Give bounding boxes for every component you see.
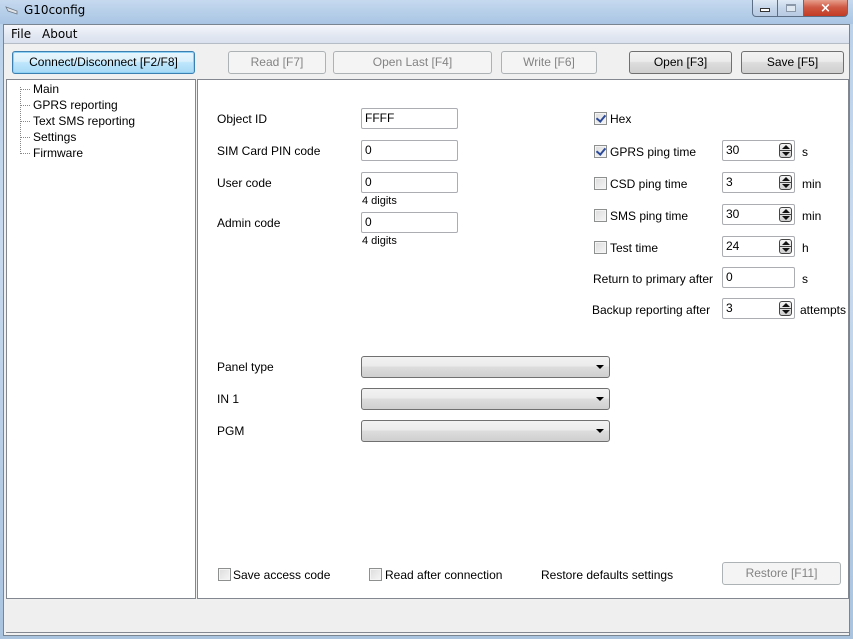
pgm-select[interactable]	[361, 420, 610, 442]
admin-code-label: Admin code	[217, 216, 281, 230]
save-button[interactable]: Save [F5]	[741, 51, 844, 74]
spinner-icon[interactable]	[779, 239, 792, 254]
hex-label: Hex	[610, 112, 632, 126]
minimize-button[interactable]	[752, 0, 778, 17]
object-id-label: Object ID	[217, 112, 268, 126]
gprs-ping-input[interactable]: 30	[722, 140, 795, 161]
gprs-ping-label: GPRS ping time	[610, 145, 697, 159]
csd-ping-label: CSD ping time	[610, 177, 688, 191]
menu-bar: File About	[4, 25, 849, 44]
tree-item-firmware[interactable]: Firmware	[20, 145, 83, 161]
sms-ping-value: 30	[726, 207, 740, 221]
window-title: G10config	[24, 3, 86, 17]
tree-item-label: Settings	[33, 130, 77, 144]
csd-ping-input[interactable]: 3	[722, 172, 795, 193]
spinner-icon[interactable]	[779, 301, 792, 316]
panel-type-label: Panel type	[217, 360, 274, 374]
test-time-input[interactable]: 24	[722, 236, 795, 257]
tree-item-label: Text SMS reporting	[33, 114, 136, 128]
dropdown-arrow-icon	[596, 429, 604, 433]
csd-ping-checkbox[interactable]	[594, 177, 607, 190]
title-bar: G10config ×	[0, 0, 853, 24]
status-bar	[6, 601, 849, 633]
maximize-button[interactable]	[778, 0, 804, 17]
sms-ping-checkbox[interactable]	[594, 209, 607, 222]
test-time-unit: h	[802, 241, 809, 255]
minimize-icon	[760, 8, 770, 12]
csd-ping-unit: min	[802, 177, 822, 191]
backup-reporting-input[interactable]: 3	[722, 298, 795, 319]
read-button[interactable]: Read [F7]	[228, 51, 326, 74]
panel-type-select[interactable]	[361, 356, 610, 378]
sim-pin-label: SIM Card PIN code	[217, 144, 321, 158]
sms-ping-unit: min	[802, 209, 822, 223]
close-icon: ×	[820, 0, 831, 16]
return-primary-unit: s	[802, 272, 808, 286]
write-button[interactable]: Write [F6]	[501, 51, 597, 74]
tree-item-main[interactable]: Main	[20, 81, 59, 97]
restore-button[interactable]: Restore [F11]	[722, 562, 841, 585]
close-button[interactable]: ×	[804, 0, 848, 17]
pgm-label: PGM	[217, 424, 245, 438]
tree-item-settings[interactable]: Settings	[20, 129, 76, 145]
return-primary-label: Return to primary after	[593, 272, 714, 286]
tree-item-gprs-reporting[interactable]: GPRS reporting	[20, 97, 118, 113]
open-button[interactable]: Open [F3]	[629, 51, 732, 74]
gprs-ping-checkbox[interactable]	[594, 145, 607, 158]
admin-code-hint: 4 digits	[362, 235, 397, 247]
tree-item-text-sms-reporting[interactable]: Text SMS reporting	[20, 113, 135, 129]
gprs-ping-unit: s	[802, 145, 808, 159]
connect-disconnect-button[interactable]: Connect/Disconnect [F2/F8]	[12, 51, 195, 74]
gprs-ping-value: 30	[726, 143, 740, 157]
menu-about[interactable]: About	[42, 27, 77, 41]
tree-item-label: Firmware	[33, 146, 83, 160]
backup-reporting-value: 3	[726, 301, 733, 315]
test-time-value: 24	[726, 239, 740, 253]
user-code-hint: 4 digits	[362, 195, 397, 207]
dropdown-arrow-icon	[596, 365, 604, 369]
main-settings-panel: Object ID FFFF SIM Card PIN code 0 User …	[197, 79, 849, 599]
app-icon	[5, 6, 18, 15]
in1-label: IN 1	[217, 392, 240, 406]
return-primary-input[interactable]: 0	[722, 267, 795, 288]
save-access-code-checkbox[interactable]	[218, 568, 231, 581]
user-code-label: User code	[217, 176, 272, 190]
spinner-icon[interactable]	[779, 175, 792, 190]
app-window: File About Connect/Disconnect [F2/F8] Re…	[3, 24, 850, 636]
open-last-button[interactable]: Open Last [F4]	[333, 51, 492, 74]
backup-reporting-label: Backup reporting after	[592, 303, 711, 317]
tree-item-label: Main	[33, 82, 60, 96]
spinner-icon[interactable]	[779, 143, 792, 158]
restore-defaults-label: Restore defaults settings	[541, 568, 674, 582]
navigation-tree: Main GPRS reporting Text SMS reporting S…	[6, 79, 196, 599]
sms-ping-input[interactable]: 30	[722, 204, 795, 225]
object-id-input[interactable]: FFFF	[361, 108, 458, 129]
test-time-checkbox[interactable]	[594, 241, 607, 254]
test-time-label: Test time	[610, 241, 659, 255]
dropdown-arrow-icon	[596, 397, 604, 401]
tree-item-label: GPRS reporting	[33, 98, 118, 112]
menu-file[interactable]: File	[11, 27, 31, 41]
sim-pin-input[interactable]: 0	[361, 140, 458, 161]
user-code-input[interactable]: 0	[361, 172, 458, 193]
in1-select[interactable]	[361, 388, 610, 410]
maximize-icon	[785, 4, 796, 12]
spinner-icon[interactable]	[779, 207, 792, 222]
read-after-connection-label: Read after connection	[385, 568, 503, 582]
read-after-connection-checkbox[interactable]	[369, 568, 382, 581]
hex-checkbox[interactable]	[594, 112, 607, 125]
sms-ping-label: SMS ping time	[610, 209, 689, 223]
admin-code-input[interactable]: 0	[361, 212, 458, 233]
backup-reporting-unit: attempts	[800, 303, 847, 317]
save-access-code-label: Save access code	[233, 568, 331, 582]
csd-ping-value: 3	[726, 175, 733, 189]
